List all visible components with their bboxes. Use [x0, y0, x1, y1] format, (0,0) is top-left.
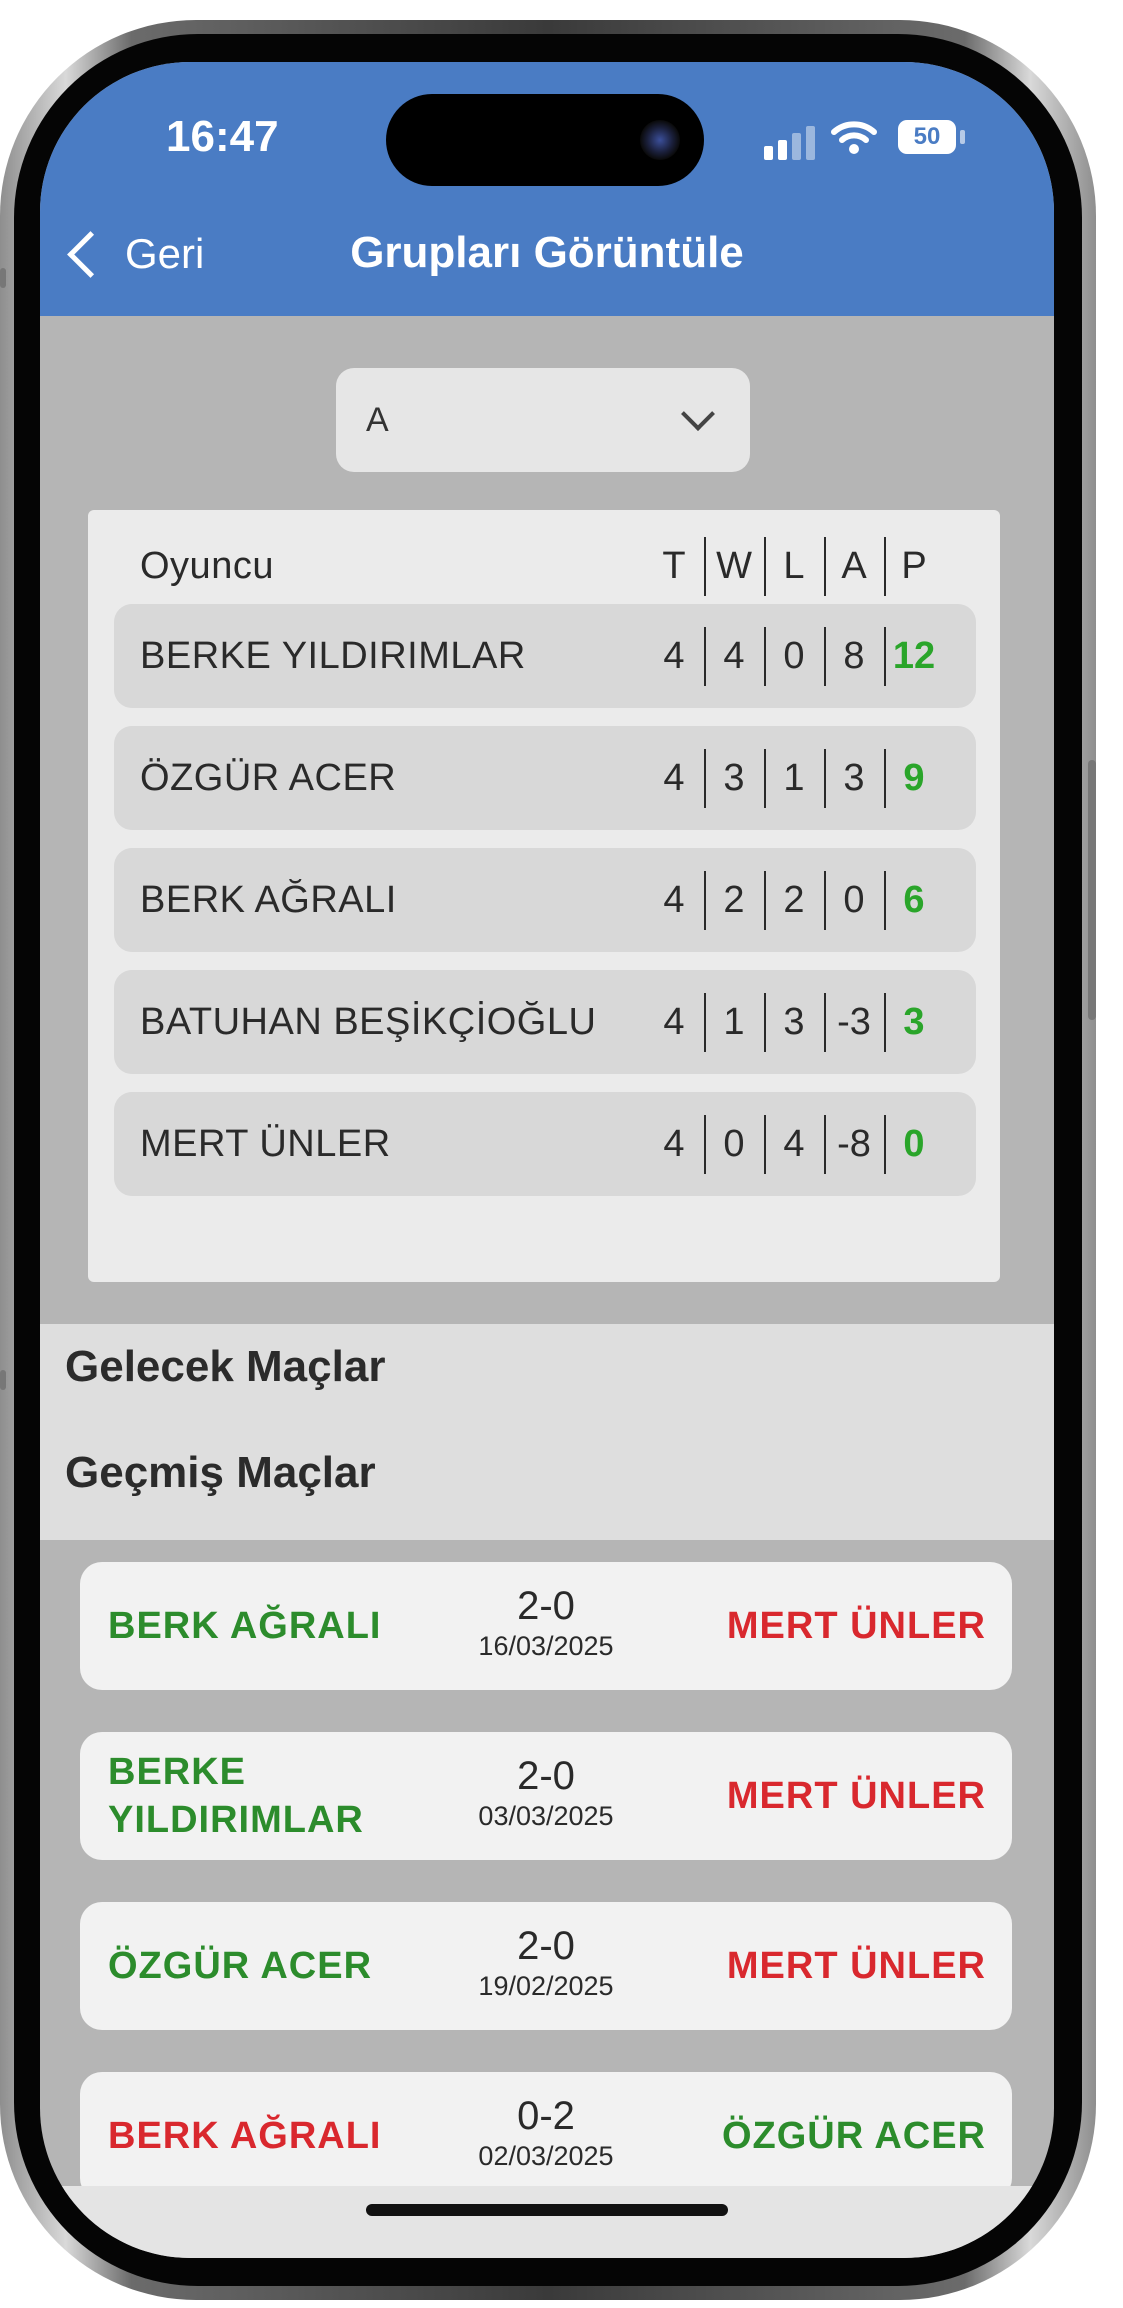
standings-row: MERT ÜNLER 4 0 4 -8 0 [114, 1092, 976, 1196]
wins: 1 [704, 992, 764, 1052]
nav-header: 16:47 50 Geri Grupları Görüntüle [40, 62, 1054, 316]
group-select-value: A [366, 400, 389, 439]
points: 12 [884, 626, 944, 686]
match-away: MERT ÜNLER [726, 1945, 986, 1987]
standings-row: BATUHAN BEŞİKÇİOĞLU 4 1 3 -3 3 [114, 970, 976, 1074]
match-away: MERT ÜNLER [726, 1775, 986, 1817]
group-select[interactable]: A [336, 368, 750, 472]
match-score: 2-0 [517, 1584, 575, 1628]
match-away: MERT ÜNLER [726, 1605, 986, 1647]
home-indicator[interactable] [366, 2204, 728, 2216]
match-card[interactable]: BERKE YILDIRIMLAR 2-0 03/03/2025 MERT ÜN… [80, 1732, 1012, 1860]
upcoming-matches-title[interactable]: Gelecek Maçlar [65, 1342, 385, 1392]
header-t: T [662, 544, 686, 587]
header-p: P [884, 536, 944, 596]
match-away: ÖZGÜR ACER [721, 2115, 986, 2157]
match-center: 2-0 03/03/2025 [426, 1754, 666, 1832]
player-name: ÖZGÜR ACER [140, 756, 397, 799]
action-button [0, 268, 6, 288]
losses: 4 [764, 1114, 824, 1174]
standings-table: Oyuncu T W L A P BERKE YILDIRIMLAR 4 4 0… [88, 510, 1000, 1282]
points: 6 [884, 870, 944, 930]
dynamic-island [386, 94, 704, 186]
match-card[interactable]: ÖZGÜR ACER 2-0 19/02/2025 MERT ÜNLER [80, 1902, 1012, 2030]
bottom-safe-area [40, 2186, 1054, 2258]
average: -3 [824, 992, 884, 1052]
played: 4 [663, 878, 685, 921]
page-title: Grupları Görüntüle [350, 228, 744, 277]
match-center: 2-0 16/03/2025 [426, 1584, 666, 1662]
match-home: BERK AĞRALI [108, 1605, 382, 1647]
average: -8 [824, 1114, 884, 1174]
played: 4 [663, 1000, 685, 1043]
losses: 2 [764, 870, 824, 930]
player-name: BERK AĞRALI [140, 878, 397, 921]
volume-buttons [0, 1370, 6, 1390]
standings-row: BERK AĞRALI 4 2 2 0 6 [114, 848, 976, 952]
chevron-down-icon [681, 397, 715, 431]
match-score: 2-0 [517, 1924, 575, 1968]
battery-icon: 50 [898, 120, 956, 154]
points: 9 [884, 748, 944, 808]
status-time: 16:47 [166, 112, 279, 161]
match-home: ÖZGÜR ACER [108, 1945, 373, 1987]
played: 4 [663, 1122, 685, 1165]
average: 0 [824, 870, 884, 930]
match-home: BERK AĞRALI [108, 2115, 382, 2157]
average: 3 [824, 748, 884, 808]
match-card[interactable]: BERK AĞRALI 0-2 02/03/2025 ÖZGÜR ACER [80, 2072, 1012, 2200]
past-matches-title[interactable]: Geçmiş Maçlar [65, 1448, 376, 1498]
match-sections: Gelecek Maçlar Geçmiş Maçlar [40, 1324, 1054, 1540]
standings-header: Oyuncu T W L A P [114, 514, 976, 618]
match-date: 19/02/2025 [478, 1971, 614, 2001]
player-name: MERT ÜNLER [140, 1122, 391, 1165]
losses: 3 [764, 992, 824, 1052]
wins: 4 [704, 626, 764, 686]
match-home: BERKE YILDIRIMLAR [108, 1751, 364, 1841]
played: 4 [663, 634, 685, 677]
match-date: 02/03/2025 [478, 2141, 614, 2171]
match-date: 03/03/2025 [478, 1801, 614, 1831]
standings-row: ÖZGÜR ACER 4 3 1 3 9 [114, 726, 976, 830]
points: 3 [884, 992, 944, 1052]
header-l: L [764, 536, 824, 596]
losses: 0 [764, 626, 824, 686]
wins: 0 [704, 1114, 764, 1174]
standings-row: BERKE YILDIRIMLAR 4 4 0 8 12 [114, 604, 976, 708]
header-a: A [824, 536, 884, 596]
match-score: 0-2 [517, 2094, 575, 2138]
wins: 3 [704, 748, 764, 808]
match-date: 16/03/2025 [478, 1631, 614, 1661]
wifi-icon [831, 121, 877, 154]
player-name: BATUHAN BEŞİKÇİOĞLU [140, 1000, 597, 1043]
app-screen: 16:47 50 Geri Grupları Görüntüle A Oyunc… [40, 62, 1054, 2258]
match-card[interactable]: BERK AĞRALI 2-0 16/03/2025 MERT ÜNLER [80, 1562, 1012, 1690]
points: 0 [884, 1114, 944, 1174]
match-center: 2-0 19/02/2025 [426, 1924, 666, 2002]
played: 4 [663, 756, 685, 799]
average: 8 [824, 626, 884, 686]
wins: 2 [704, 870, 764, 930]
header-player: Oyuncu [140, 544, 274, 587]
header-w: W [704, 536, 764, 596]
player-name: BERKE YILDIRIMLAR [140, 634, 526, 677]
power-button [1088, 760, 1096, 1020]
camera-icon [640, 120, 680, 160]
battery-cap [960, 130, 965, 144]
losses: 1 [764, 748, 824, 808]
match-score: 2-0 [517, 1754, 575, 1798]
match-center: 0-2 02/03/2025 [426, 2094, 666, 2172]
